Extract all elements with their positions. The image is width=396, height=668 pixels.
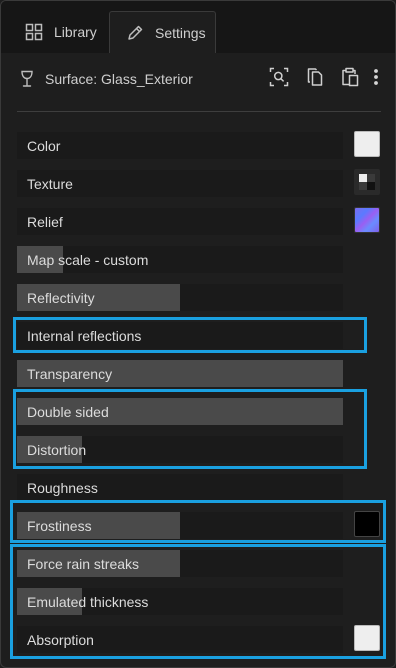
surface-header: Surface: Glass_Exterior (1, 61, 395, 97)
property-row-force-rain-streaks[interactable]: Force rain streaks (17, 550, 343, 577)
tab-library[interactable]: Library (1, 11, 109, 53)
tab-bar: Library Settings (1, 1, 395, 53)
copy-button[interactable] (304, 67, 326, 92)
property-label: Map scale - custom (27, 252, 149, 268)
more-button[interactable] (366, 68, 386, 90)
property-label: Emulated thickness (27, 594, 149, 610)
property-row-frostiness[interactable]: Frostiness (17, 512, 343, 539)
property-label: Color (27, 138, 61, 154)
property-row-map-scale-custom[interactable]: Map scale - custom (17, 246, 343, 273)
property-label: Distortion (27, 442, 87, 458)
property-row-emulated-thickness[interactable]: Emulated thickness (17, 588, 343, 615)
property-row-roughness[interactable]: Roughness (17, 474, 343, 501)
property-row-absorption[interactable]: Absorption (17, 626, 343, 653)
property-label: Texture (27, 176, 73, 192)
property-label: Transparency (27, 366, 113, 382)
texture-swatch[interactable] (354, 169, 380, 195)
color-swatch[interactable] (354, 131, 380, 157)
property-label: Absorption (27, 632, 94, 648)
search-frame-button[interactable] (268, 67, 290, 92)
color-swatch[interactable] (354, 511, 380, 537)
property-label: Roughness (27, 480, 98, 496)
tab-settings-label: Settings (155, 24, 206, 41)
property-label: Force rain streaks (27, 556, 140, 572)
color-swatch[interactable] (354, 625, 380, 651)
property-label: Relief (27, 214, 63, 230)
property-row-color[interactable]: Color (17, 132, 343, 159)
grid-icon (25, 23, 43, 41)
property-row-distortion[interactable]: Distortion (17, 436, 343, 463)
copy-icon (305, 67, 325, 92)
property-row-reflectivity[interactable]: Reflectivity (17, 284, 343, 311)
settings-panel: Library Settings Surface: Glass_Exterior (0, 0, 396, 668)
property-label: Double sided (27, 404, 109, 420)
header-divider (17, 111, 381, 112)
property-row-texture[interactable]: Texture (17, 170, 343, 197)
pencil-icon (126, 24, 144, 42)
search-frame-icon (269, 67, 289, 92)
relief-swatch[interactable] (354, 207, 380, 233)
more-vertical-icon (366, 67, 386, 92)
surface-name: Surface: Glass_Exterior (45, 71, 193, 87)
paste-button[interactable] (339, 67, 361, 92)
property-row-transparency[interactable]: Transparency (17, 360, 343, 387)
property-label: Internal reflections (27, 328, 142, 344)
property-row-double-sided[interactable]: Double sided (17, 398, 343, 425)
paste-icon (340, 67, 360, 92)
property-row-relief[interactable]: Relief (17, 208, 343, 235)
property-row-internal-reflections[interactable]: Internal reflections (17, 322, 343, 349)
property-label: Frostiness (27, 518, 92, 534)
property-label: Reflectivity (27, 290, 95, 306)
tab-library-label: Library (54, 24, 97, 40)
goblet-icon (19, 70, 35, 88)
tab-settings[interactable]: Settings (109, 11, 216, 53)
